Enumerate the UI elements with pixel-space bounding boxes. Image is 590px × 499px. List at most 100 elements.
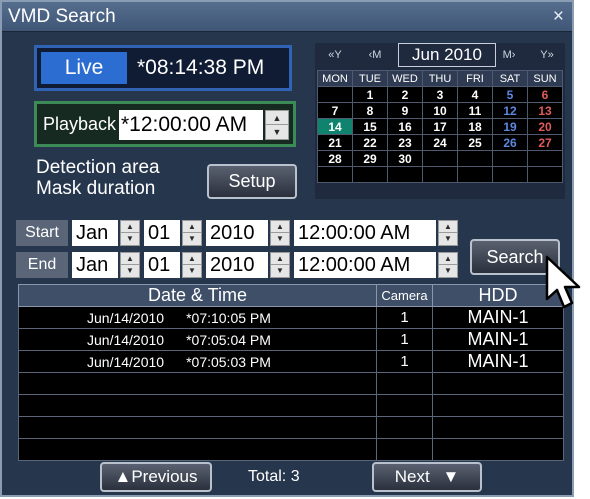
spin-down-icon[interactable]: ▼ xyxy=(183,233,201,245)
playback-time-spinner[interactable]: ▲ ▼ xyxy=(265,110,289,140)
total-label: Total: xyxy=(248,468,287,485)
detection-area-label: Detection area Mask duration xyxy=(36,157,160,199)
calendar-day xyxy=(492,166,528,183)
calendar-day[interactable]: 12 xyxy=(492,102,528,119)
spin-up-icon[interactable]: ▲ xyxy=(266,111,288,125)
calendar-day[interactable]: 11 xyxy=(457,102,493,119)
calendar-day[interactable]: 15 xyxy=(352,118,388,135)
table-row[interactable]: Jun/14/2010 *07:10:05 PM 1 MAIN-1 xyxy=(18,306,564,329)
hdd-header[interactable]: HDD xyxy=(432,284,564,307)
table-row[interactable]: Jun/14/2010 *07:05:03 PM 1 MAIN-1 xyxy=(18,350,564,373)
calendar-day[interactable]: 25 xyxy=(457,134,493,151)
spin-down-icon[interactable]: ▼ xyxy=(121,233,139,245)
next-button[interactable]: Next ▼ xyxy=(372,462,482,492)
spin-up-icon[interactable]: ▲ xyxy=(121,253,139,265)
calendar-day[interactable]: 17 xyxy=(422,118,458,135)
calendar-day[interactable]: 19 xyxy=(492,118,528,135)
calendar-day[interactable]: 5 xyxy=(492,86,528,103)
spin-up-icon[interactable]: ▲ xyxy=(271,221,289,233)
next-year-button[interactable]: Y» xyxy=(529,43,565,67)
spin-up-icon[interactable]: ▲ xyxy=(439,221,457,233)
next-label: Next xyxy=(394,467,430,486)
close-icon[interactable]: × xyxy=(553,6,564,28)
calendar-day[interactable]: 4 xyxy=(457,86,493,103)
spin-down-icon[interactable]: ▼ xyxy=(266,125,288,139)
spin-up-icon[interactable]: ▲ xyxy=(183,221,201,233)
end-year-spinner[interactable]: ▲ ▼ xyxy=(270,252,290,278)
calendar-day[interactable]: 21 xyxy=(317,134,353,151)
spin-down-icon[interactable]: ▼ xyxy=(271,233,289,245)
spin-down-icon[interactable]: ▼ xyxy=(439,265,457,277)
start-month-spinner[interactable]: ▲ ▼ xyxy=(120,220,140,246)
calendar-day xyxy=(352,166,388,183)
end-time-spinner[interactable]: ▲ ▼ xyxy=(438,252,458,278)
start-day-spinner[interactable]: ▲ ▼ xyxy=(182,220,202,246)
camera-header[interactable]: Camera xyxy=(376,284,433,307)
spin-down-icon[interactable]: ▼ xyxy=(271,265,289,277)
weekday-label: SUN xyxy=(527,70,563,87)
calendar-day[interactable]: 27 xyxy=(527,134,563,151)
datetime-cell xyxy=(18,394,377,417)
calendar-day[interactable]: 24 xyxy=(422,134,458,151)
spin-down-icon[interactable]: ▼ xyxy=(121,265,139,277)
live-time: *08:14:38 PM xyxy=(137,56,265,79)
spin-up-icon[interactable]: ▲ xyxy=(183,253,201,265)
start-year-field[interactable]: 2010 xyxy=(206,220,268,246)
calendar-day[interactable]: 23 xyxy=(387,134,423,151)
calendar-day[interactable]: 28 xyxy=(317,150,353,167)
table-row[interactable]: Jun/14/2010 *07:05:04 PM 1 MAIN-1 xyxy=(18,328,564,351)
playback-time-field[interactable]: *12:00:00 AM xyxy=(119,110,263,140)
window-title: VMD Search xyxy=(8,6,116,27)
calendar-week-row: 21 22 23 24 25 26 27 xyxy=(317,134,563,151)
calendar-day[interactable]: 29 xyxy=(352,150,388,167)
setup-button[interactable]: Setup xyxy=(207,164,297,199)
calendar-day[interactable]: 20 xyxy=(527,118,563,135)
spin-up-icon[interactable]: ▲ xyxy=(121,221,139,233)
calendar-day[interactable]: 8 xyxy=(352,102,388,119)
table-row xyxy=(18,438,564,461)
date-text: Jun/14/2010 xyxy=(87,353,165,370)
live-button[interactable]: Live xyxy=(41,52,127,84)
start-time-spinner[interactable]: ▲ ▼ xyxy=(438,220,458,246)
calendar-day[interactable]: 13 xyxy=(527,102,563,119)
calendar-month-year: Jun 2010 xyxy=(398,43,496,67)
calendar-day[interactable]: 7 xyxy=(317,102,353,119)
calendar-day xyxy=(457,150,493,167)
calendar-day[interactable]: 1 xyxy=(352,86,388,103)
calendar-day[interactable]: 6 xyxy=(527,86,563,103)
end-day-field[interactable]: 01 xyxy=(144,252,180,278)
end-time-field[interactable]: 12:00:00 AM xyxy=(294,252,436,278)
end-day-spinner[interactable]: ▲ ▼ xyxy=(182,252,202,278)
spin-up-icon[interactable]: ▲ xyxy=(271,253,289,265)
start-day-field[interactable]: 01 xyxy=(144,220,180,246)
triangle-up-icon: ▲ xyxy=(114,467,132,486)
calendar-day[interactable]: 18 xyxy=(457,118,493,135)
spin-up-icon[interactable]: ▲ xyxy=(439,253,457,265)
start-month-field[interactable]: Jan xyxy=(72,220,118,246)
calendar-day[interactable]: 3 xyxy=(422,86,458,103)
end-year-field[interactable]: 2010 xyxy=(206,252,268,278)
datetime-header[interactable]: Date & Time xyxy=(18,284,377,307)
previous-button[interactable]: ▲Previous xyxy=(100,462,212,492)
end-month-field[interactable]: Jan xyxy=(72,252,118,278)
calendar-day[interactable]: 14 xyxy=(317,118,353,135)
calendar-day xyxy=(317,166,353,183)
start-time-field[interactable]: 12:00:00 AM xyxy=(294,220,436,246)
next-month-button[interactable]: M› xyxy=(491,43,527,67)
calendar-day[interactable]: 30 xyxy=(387,150,423,167)
calendar-day[interactable]: 16 xyxy=(387,118,423,135)
calendar-day[interactable]: 22 xyxy=(352,134,388,151)
calendar-day[interactable]: 10 xyxy=(422,102,458,119)
datetime-cell xyxy=(18,416,377,439)
end-month-spinner[interactable]: ▲ ▼ xyxy=(120,252,140,278)
prev-year-button[interactable]: «Y xyxy=(317,43,353,67)
start-year-spinner[interactable]: ▲ ▼ xyxy=(270,220,290,246)
calendar-day[interactable]: 2 xyxy=(387,86,423,103)
spin-down-icon[interactable]: ▼ xyxy=(183,265,201,277)
calendar-day[interactable]: 26 xyxy=(492,134,528,151)
spin-down-icon[interactable]: ▼ xyxy=(439,233,457,245)
weekday-label: THU xyxy=(422,70,458,87)
calendar-day[interactable]: 9 xyxy=(387,102,423,119)
weekday-label: SAT xyxy=(492,70,528,87)
prev-month-button[interactable]: ‹M xyxy=(357,43,393,67)
